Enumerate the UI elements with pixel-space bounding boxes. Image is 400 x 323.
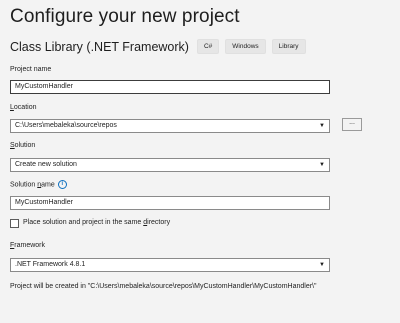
chevron-down-icon[interactable]: ▼ (319, 120, 325, 132)
info-icon[interactable]: i (57, 180, 67, 189)
solution-label-text: olution (14, 142, 36, 149)
project-name-input[interactable]: MyCustomHandler (10, 80, 330, 94)
solution-name-label-after: ame (41, 181, 55, 189)
chevron-down-icon[interactable]: ▼ (319, 259, 325, 271)
page-title: Configure your new project (10, 6, 240, 27)
location-combobox[interactable]: C:\Users\mebaleka\source\repos ▼ (10, 119, 330, 133)
project-path-note: Project will be created in "C:\Users\meb… (10, 283, 317, 290)
tag-language: C# (196, 39, 220, 54)
same-directory-label-before: Place solution and project in the same (23, 219, 144, 226)
template-header: Class Library (.NET Framework) C# Window… (10, 39, 312, 54)
solution-value: Create new solution (15, 161, 77, 168)
browse-location-button[interactable]: ... (342, 118, 362, 131)
solution-name-value: MyCustomHandler (15, 199, 73, 206)
project-name-value: MyCustomHandler (15, 83, 73, 90)
tag-project-type: Library (271, 39, 306, 54)
template-name: Class Library (.NET Framework) (10, 39, 189, 54)
location-label-text: ocation (13, 104, 37, 111)
framework-label: Framework (10, 242, 45, 249)
tag-platform: Windows (225, 39, 266, 54)
chevron-down-icon[interactable]: ▼ (319, 159, 325, 171)
solution-label: Solution (10, 142, 35, 149)
solution-name-label: Solution name i (10, 180, 67, 189)
framework-value: .NET Framework 4.8.1 (15, 261, 86, 268)
same-directory-label-after: irectory (147, 219, 171, 226)
same-directory-label[interactable]: Place solution and project in the same d… (23, 219, 170, 226)
framework-label-text: ramework (14, 242, 46, 249)
same-directory-checkbox[interactable] (10, 219, 19, 228)
location-label: Location (10, 104, 36, 111)
solution-dropdown[interactable]: Create new solution ▼ (10, 158, 330, 172)
framework-dropdown[interactable]: .NET Framework 4.8.1 ▼ (10, 258, 330, 272)
solution-name-label-before: Solution (10, 181, 38, 189)
project-name-label: Project name (10, 66, 52, 73)
solution-name-input[interactable]: MyCustomHandler (10, 196, 330, 210)
location-value: C:\Users\mebaleka\source\repos (15, 122, 117, 129)
